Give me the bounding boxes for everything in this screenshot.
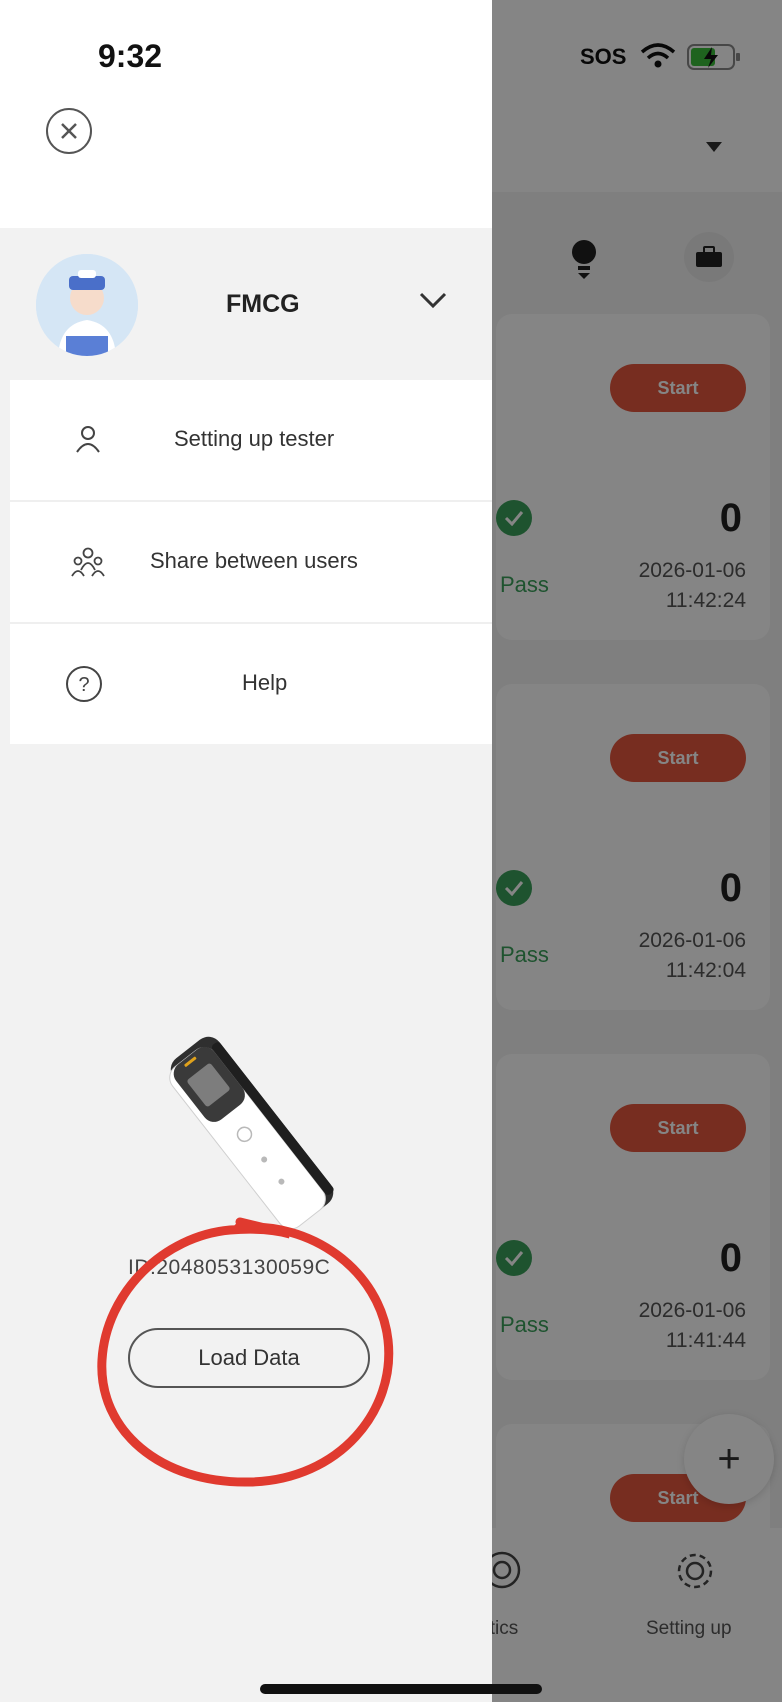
menu-label: Help [242,670,288,695]
close-icon [61,123,77,139]
close-button[interactable] [46,108,92,154]
users-share-icon [71,547,105,577]
scrim-overlay[interactable] [492,0,782,1702]
home-indicator [260,1684,542,1694]
person-icon [76,426,100,453]
side-drawer: 9:32 FMCG Setting up tester Share betwee… [0,0,492,1702]
organization-name: FMCG [226,290,300,318]
menu-label: Share between users [150,548,358,573]
menu-label: Setting up tester [174,426,335,451]
user-avatar-icon [36,254,138,356]
question-circle-icon: ? [66,666,102,702]
menu-item-share-between-users[interactable]: Share between users [10,502,492,622]
status-time: 9:32 [98,38,163,74]
annotation-circle [97,1217,394,1487]
chevron-down-icon[interactable] [418,290,448,310]
menu-item-help[interactable]: ? Help [10,624,492,744]
menu-item-setting-up-tester[interactable]: Setting up tester [10,380,492,500]
svg-text:?: ? [78,674,89,696]
